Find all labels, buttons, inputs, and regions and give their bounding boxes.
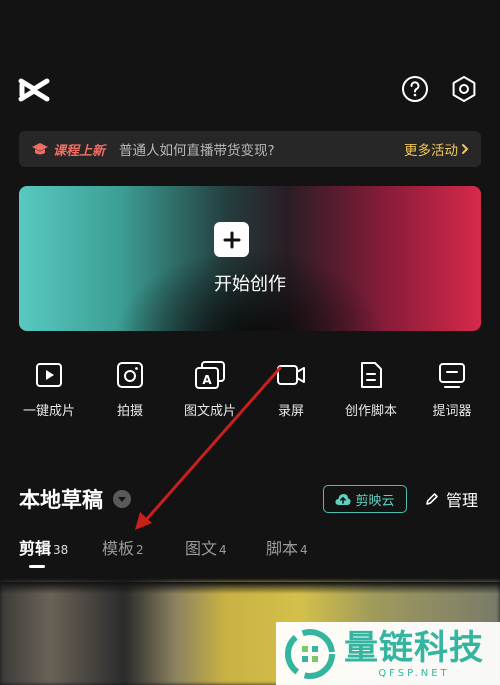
- local-drafts-header[interactable]: 本地草稿: [19, 484, 131, 514]
- dropdown-toggle[interactable]: [113, 490, 131, 508]
- caret-down-icon: [118, 496, 126, 502]
- teleprompter-icon: [439, 363, 465, 388]
- tab-count: 4: [300, 543, 308, 557]
- course-badge-label: 课程上新: [53, 143, 106, 159]
- chevron-right-icon: [462, 144, 469, 154]
- manage-button[interactable]: 管理: [424, 487, 478, 511]
- tool-label: 拍摄: [116, 404, 143, 419]
- tool-label: 录屏: [277, 404, 304, 419]
- tab-label: 脚本: [266, 539, 299, 558]
- tool-label: 提词器: [432, 404, 472, 419]
- tab-image-text[interactable]: 图文 4: [185, 535, 227, 559]
- tool-creation-script[interactable]: 创作脚本: [336, 360, 406, 419]
- watermark-subtitle: QFSP.NET: [378, 668, 450, 679]
- tool-screen-record[interactable]: 录屏: [256, 360, 326, 419]
- tab-template[interactable]: 模板 2: [102, 535, 144, 559]
- camera-icon: [117, 362, 143, 388]
- script-icon: [361, 362, 382, 388]
- tab-count: 2: [136, 543, 144, 557]
- course-badge: 课程上新: [31, 140, 105, 159]
- watermark-title: 量链科技: [344, 628, 484, 668]
- settings-icon[interactable]: [449, 74, 479, 104]
- course-promo-banner[interactable]: 课程上新 普通人如何直播带货变现? 更多活动: [19, 131, 481, 167]
- help-icon[interactable]: [400, 74, 430, 104]
- capcut-cloud-button[interactable]: 剪映云: [323, 485, 407, 513]
- image-text-icon: A: [195, 361, 225, 389]
- graduation-cap-icon: [32, 143, 48, 155]
- tool-label: 一键成片: [22, 404, 75, 419]
- pencil-icon: [426, 493, 438, 505]
- tab-script[interactable]: 脚本 4: [266, 535, 308, 559]
- tab-label: 模板: [102, 539, 135, 558]
- tool-teleprompter[interactable]: 提词器: [417, 360, 487, 419]
- tool-label: 图文成片: [183, 404, 236, 419]
- manage-label: 管理: [446, 491, 479, 510]
- tool-shoot[interactable]: 拍摄: [95, 360, 165, 419]
- video-record-icon: [277, 365, 305, 385]
- more-activities-link[interactable]: 更多活动: [404, 139, 469, 159]
- tool-image-text-video[interactable]: A 图文成片: [175, 360, 245, 419]
- cloud-upload-icon: [335, 493, 352, 505]
- start-creation-card[interactable]: [19, 186, 481, 331]
- promo-text: 普通人如何直播带货变现?: [119, 143, 275, 159]
- start-creation-label[interactable]: 开始创作: [0, 270, 500, 296]
- tab-edit[interactable]: 剪辑 38: [19, 535, 68, 559]
- more-activities-label: 更多活动: [404, 143, 458, 159]
- watermark: 量链科技 QFSP.NET: [276, 622, 500, 685]
- tab-label: 剪辑: [19, 539, 52, 558]
- local-drafts-title: 本地草稿: [19, 488, 103, 512]
- tool-label: 创作脚本: [344, 404, 397, 419]
- capcut-logo: [16, 72, 52, 108]
- tool-one-click-video[interactable]: 一键成片: [14, 360, 84, 419]
- svg-text:A: A: [202, 373, 212, 387]
- play-icon: [36, 363, 62, 387]
- cloud-label: 剪映云: [355, 493, 395, 509]
- tab-count: 38: [53, 543, 69, 557]
- plus-icon[interactable]: [214, 222, 249, 257]
- active-tab-indicator: [29, 565, 45, 568]
- watermark-logo-icon: [285, 628, 335, 679]
- tab-label: 图文: [185, 539, 218, 558]
- thumbnail-shade: [0, 582, 500, 594]
- tab-count: 4: [219, 543, 227, 557]
